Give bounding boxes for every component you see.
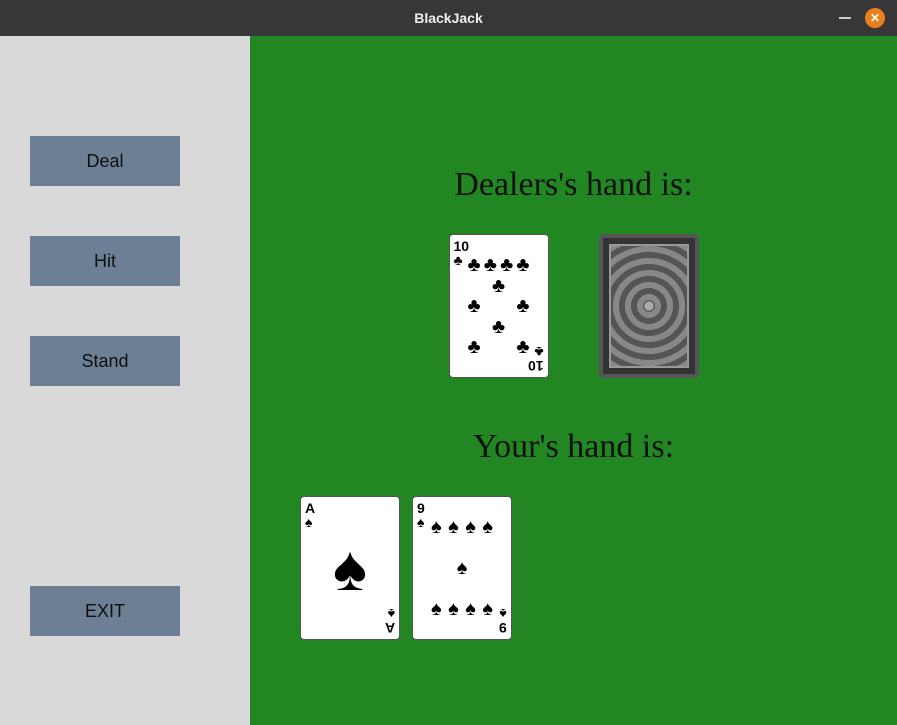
playfield: Dealers's hand is: 10 ♣ ♣♣ ♣♣ ♣ ♣♣ ♣ ♣♣ — [250, 36, 897, 725]
titlebar: BlackJack ✕ — [0, 0, 897, 36]
dealer-card-2-facedown — [599, 234, 699, 378]
card-pips: ♠♠ ♠♠ ♠ ♠♠ ♠♠ — [431, 517, 493, 619]
spades-icon: ♠ — [305, 515, 315, 529]
window-controls: ✕ — [839, 8, 885, 28]
sidebar-spacer — [30, 436, 220, 536]
sidebar: Deal Hit Stand EXIT — [0, 36, 250, 725]
clubs-icon: ♣ — [528, 345, 544, 359]
dealer-card-1: 10 ♣ ♣♣ ♣♣ ♣ ♣♣ ♣ ♣♣ 10 ♣ — [449, 234, 549, 378]
exit-button[interactable]: EXIT — [30, 586, 180, 636]
hit-button[interactable]: Hit — [30, 236, 180, 286]
player-cards: A ♠ ♠ A ♠ 9 ♠ ♠ ♠ — [300, 496, 512, 640]
app-body: Deal Hit Stand EXIT Dealers's hand is: 1… — [0, 36, 897, 725]
card-rank-bottom: A ♠ — [385, 607, 395, 635]
card-back-pattern — [609, 244, 689, 368]
card-rank-bottom: 9 ♠ — [499, 607, 507, 635]
spades-icon: ♠ — [499, 607, 507, 621]
close-icon[interactable]: ✕ — [865, 8, 885, 28]
card-rank-top: A ♠ — [305, 501, 315, 529]
card-rank-top: 9 ♠ — [417, 501, 425, 529]
stand-button[interactable]: Stand — [30, 336, 180, 386]
spades-icon: ♠ — [417, 515, 425, 529]
card-rank-bottom: 10 ♣ — [528, 345, 544, 373]
spades-icon: ♠ — [333, 536, 367, 600]
dealer-hand-label: Dealers's hand is: — [454, 166, 692, 204]
card-pips: ♣♣ ♣♣ ♣ ♣♣ ♣ ♣♣ — [468, 255, 530, 357]
window-title: BlackJack — [0, 10, 897, 26]
app-window: BlackJack ✕ Deal Hit Stand EXIT Dealers'… — [0, 0, 897, 725]
deal-button[interactable]: Deal — [30, 136, 180, 186]
spades-icon: ♠ — [385, 607, 395, 621]
minimize-icon[interactable] — [839, 17, 851, 19]
dealer-cards: 10 ♣ ♣♣ ♣♣ ♣ ♣♣ ♣ ♣♣ 10 ♣ — [449, 234, 699, 378]
player-card-1: A ♠ ♠ A ♠ — [300, 496, 400, 640]
player-hand-label: Your's hand is: — [473, 428, 674, 466]
player-card-2: 9 ♠ ♠♠ ♠♠ ♠ ♠♠ ♠♠ 9 ♠ — [412, 496, 512, 640]
